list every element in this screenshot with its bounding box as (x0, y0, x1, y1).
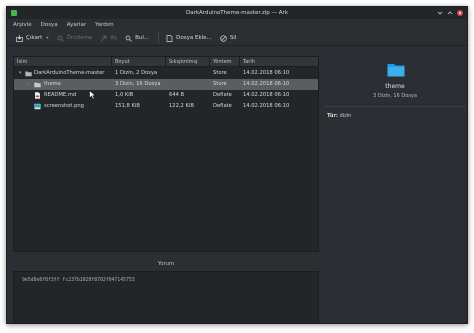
open-icon (101, 35, 107, 41)
window-title: DarkArduinoTheme-master.zip — Ark (185, 10, 289, 16)
delete-button[interactable]: Sil (217, 33, 240, 44)
minimize-icon (437, 11, 443, 15)
maximize-icon (447, 11, 453, 15)
close-button[interactable] (457, 10, 463, 16)
row-method: Deflate (213, 92, 232, 98)
search-label: Bul... (135, 35, 150, 41)
column-name[interactable]: İsim (14, 57, 112, 67)
info-name: theme (385, 83, 405, 90)
row-name: DarkArduinoTheme-master (34, 70, 105, 76)
add-file-button[interactable]: Dosya Ekle... (163, 33, 215, 44)
folder-icon (387, 64, 405, 77)
row-method: Store (213, 70, 227, 76)
row-size: 1 Dizin, 2 Dosya (115, 70, 158, 76)
add-file-label: Dosya Ekle... (176, 35, 212, 41)
row-date: 14.02.2018 06:10 (243, 81, 290, 87)
row-size: 1,0 KiB (115, 92, 134, 98)
toolbar: Çıkart ▾ Önizleme Aç Bul... Dosya Ekle..… (7, 31, 467, 46)
add-file-icon (166, 34, 173, 42)
preview-button[interactable]: Önizleme (54, 33, 96, 44)
row-compressed: 644 B (169, 92, 185, 98)
row-name: README.md (44, 92, 77, 98)
info-type: Tür: dizin (327, 113, 351, 119)
mouse-cursor-icon (89, 90, 97, 100)
menu-archive[interactable]: Arşivle (13, 22, 32, 28)
row-size: 3 Dizin, 16 Dosya (115, 81, 161, 87)
titlebar[interactable]: DarkArduinoTheme-master.zip — Ark (7, 7, 467, 19)
open-label: Aç (110, 35, 118, 41)
column-compressed[interactable]: Sıkıştırılmış (166, 57, 210, 67)
image-file-icon (34, 103, 41, 110)
delete-label: Sil (229, 35, 237, 41)
row-name: theme (44, 81, 61, 87)
maximize-button[interactable] (447, 10, 453, 16)
file-list-header: İsim Boyut Sıkıştırılmış Yöntem Tarih (14, 57, 318, 67)
row-size: 151,8 KiB (115, 103, 140, 109)
info-panel: theme 3 Dizin, 16 Dosya Tür: dizin (323, 56, 467, 323)
table-row[interactable]: screenshot.png 151,8 KiB 122,2 KiB Defla… (14, 101, 318, 112)
extract-label: Çıkart (26, 35, 43, 41)
info-type-value: dizin (339, 113, 352, 119)
extract-button[interactable]: Çıkart ▾ (13, 33, 52, 44)
row-date: 14.02.2018 06:10 (243, 70, 290, 76)
ark-window: DarkArduinoTheme-master.zip — Ark Arşivl… (6, 6, 468, 324)
extract-icon (16, 34, 23, 42)
info-divider (325, 106, 465, 107)
column-date[interactable]: Tarih (240, 57, 320, 67)
column-size[interactable]: Boyut (112, 57, 166, 67)
info-type-label: Tür: (327, 113, 338, 119)
row-method: Deflate (213, 103, 232, 109)
row-name: screenshot.png (44, 103, 84, 109)
comment-label: Yorum (157, 261, 175, 267)
window-controls (437, 10, 463, 16)
collapsed-arrow-icon[interactable]: › (27, 79, 29, 90)
markdown-file-icon (35, 92, 40, 99)
menu-settings[interactable]: Ayarlar (67, 22, 86, 28)
expand-arrow-icon[interactable]: ▾ (19, 68, 22, 79)
row-method: Store (213, 81, 227, 87)
info-summary: 3 Dizin, 16 Dosya (373, 93, 417, 99)
open-button[interactable]: Aç (97, 33, 120, 44)
row-date: 14.02.2018 06:10 (243, 103, 290, 109)
close-icon (458, 11, 462, 15)
file-list[interactable]: İsim Boyut Sıkıştırılmış Yöntem Tarih ▾ … (13, 56, 319, 252)
table-row[interactable]: ▾ DarkArduinoTheme-master 1 Dizin, 2 Dos… (14, 68, 318, 79)
chevron-down-icon: ▾ (46, 35, 49, 41)
table-row[interactable]: README.md 1,0 KiB 644 B Deflate 14.02.20… (14, 90, 318, 101)
menu-help[interactable]: Yardım (95, 22, 114, 28)
column-method[interactable]: Yöntem (210, 57, 240, 67)
minimize-button[interactable] (437, 10, 443, 16)
menubar: Arşivle Dosya Ayarlar Yardım (7, 19, 467, 31)
menu-file[interactable]: Dosya (41, 22, 58, 28)
folder-icon (34, 82, 41, 88)
search-button[interactable]: Bul... (122, 33, 152, 44)
row-compressed: 122,2 KiB (169, 103, 194, 109)
comment-text: 9e5d8e6f8f3ff fc237b1028f8702f047145753 (22, 278, 135, 283)
search-icon (125, 35, 132, 42)
folder-icon (25, 71, 32, 77)
comment-box[interactable]: 9e5d8e6f8f3ff fc237b1028f8702f047145753 (13, 271, 319, 323)
preview-label: Önizleme (66, 35, 93, 41)
preview-icon (57, 35, 64, 42)
table-row-selected[interactable]: › theme 3 Dizin, 16 Dosya Store 14.02.20… (14, 79, 318, 90)
toolbar-separator (158, 33, 160, 43)
delete-icon (220, 34, 227, 42)
row-date: 14.02.2018 06:10 (243, 92, 290, 98)
